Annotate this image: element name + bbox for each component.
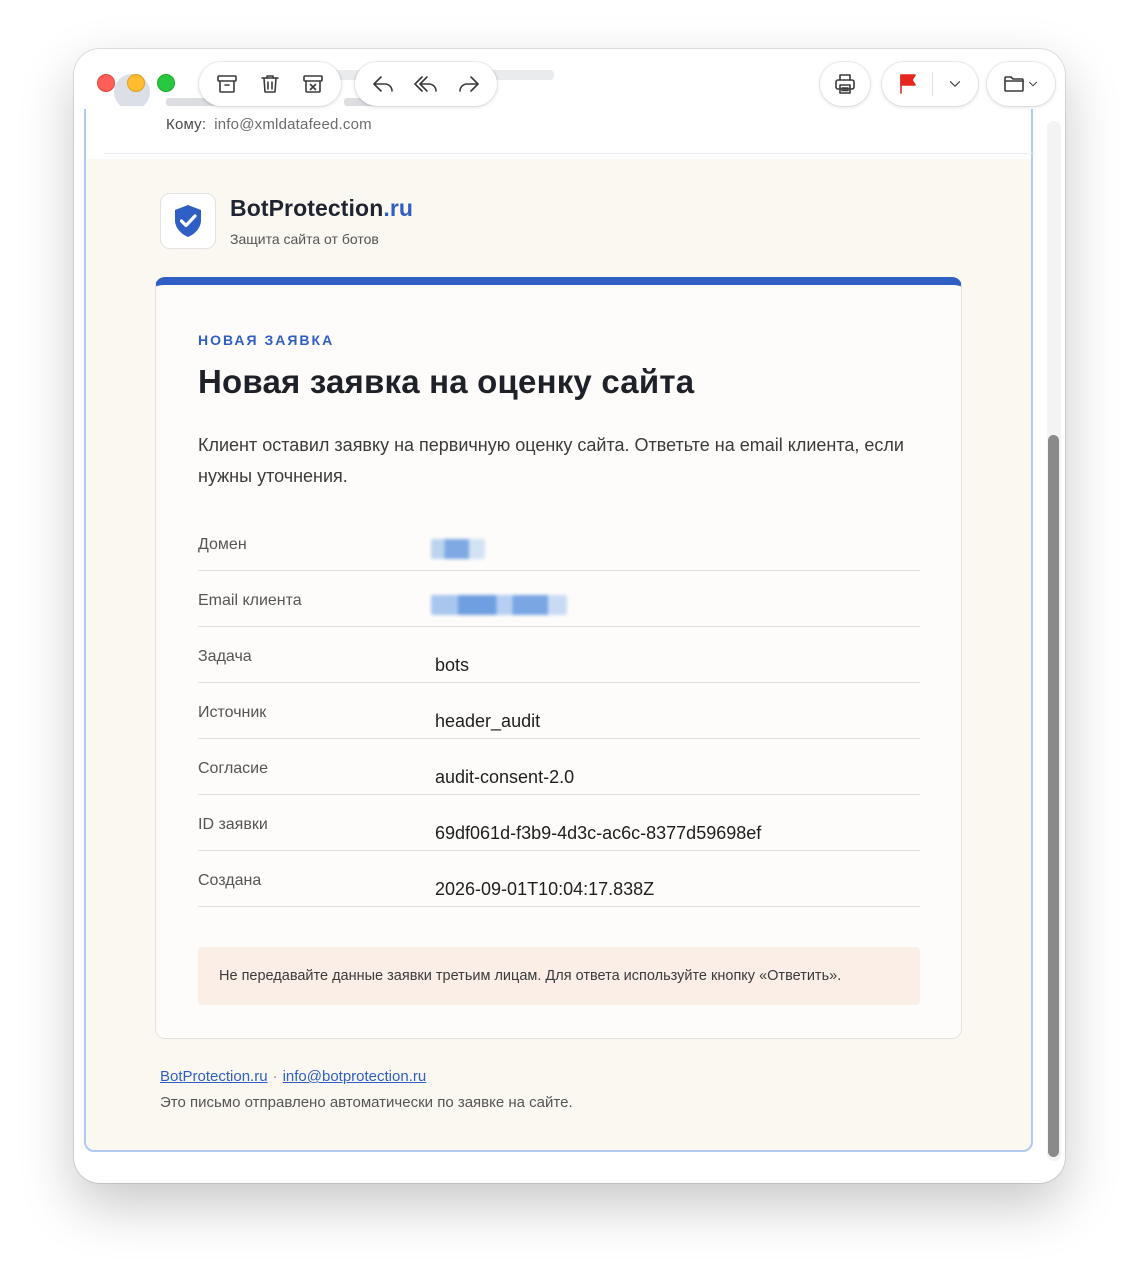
reply-icon xyxy=(372,76,393,92)
mail-window: Кому: info@xmldatafeed.com BotProtection.… xyxy=(74,49,1065,1183)
footer-separator: · xyxy=(272,1068,278,1085)
request-details-table: Домен Email клиента Задача bots Источник… xyxy=(198,515,920,907)
chevron-down-icon xyxy=(949,81,960,87)
row-label: Источник xyxy=(198,704,267,721)
flag-menu-button[interactable] xyxy=(938,66,972,102)
toolbar-group-move xyxy=(987,62,1055,106)
junk-icon xyxy=(303,75,324,93)
redacted-email-value xyxy=(431,595,567,615)
reply-all-button[interactable] xyxy=(406,66,446,102)
folder-icon xyxy=(1004,76,1024,92)
forward-icon xyxy=(459,76,480,92)
flag-icon xyxy=(900,74,916,94)
chevron-down-icon xyxy=(1029,81,1037,87)
row-label: ID заявки xyxy=(198,816,268,833)
toolbar-group-print xyxy=(820,62,870,106)
brand-tagline: Защита сайта от ботов xyxy=(230,231,379,247)
toolbar-group-flag xyxy=(882,62,978,106)
card-intro: Клиент оставил заявку на первичную оценк… xyxy=(198,435,904,486)
footer-note: Это письмо отправлено автоматически по з… xyxy=(160,1094,573,1111)
card-title: Новая заявка на оценку сайта xyxy=(198,363,695,400)
footer-site-link[interactable]: BotProtection.ru xyxy=(160,1068,268,1085)
brand-header: BotProtection.ru Защита сайта от ботов xyxy=(160,193,413,249)
table-row: Источник header_audit xyxy=(198,683,920,739)
header-divider xyxy=(104,153,1035,154)
row-label: Email клиента xyxy=(198,592,302,609)
row-value: 2026-09-01T10:04:17.838Z xyxy=(435,879,655,899)
table-row: Создана 2026-09-01T10:04:17.838Z xyxy=(198,851,920,907)
footer-email-link[interactable]: info@botprotection.ru xyxy=(283,1068,427,1085)
reply-button[interactable] xyxy=(363,66,403,102)
minimize-window-button[interactable] xyxy=(127,74,145,92)
row-label: Задача xyxy=(198,648,252,665)
row-label: Согласие xyxy=(198,760,269,777)
redacted-domain-value xyxy=(431,539,485,559)
move-to-folder-button[interactable] xyxy=(993,66,1049,102)
privacy-notice: Не передавайте данные заявки третьим лиц… xyxy=(198,947,920,1005)
close-window-button[interactable] xyxy=(97,74,115,92)
row-value: audit-consent-2.0 xyxy=(435,767,575,787)
table-row: Согласие audit-consent-2.0 xyxy=(198,739,920,795)
table-row: ID заявки 69df061d-f3b9-4d3c-ac6c-8377d5… xyxy=(198,795,920,851)
toolbar-group-organize xyxy=(199,62,341,106)
card-kicker: НОВАЯ ЗАЯВКА xyxy=(198,332,335,348)
print-button[interactable] xyxy=(825,66,865,102)
trash-icon xyxy=(261,75,279,93)
table-row: Домен xyxy=(198,515,920,571)
archive-button[interactable] xyxy=(207,66,247,102)
to-label: Кому: xyxy=(166,116,207,133)
scrollbar-thumb[interactable] xyxy=(1048,435,1059,1157)
email-footer: BotProtection.ru · info@botprotection.ru Э… xyxy=(160,1068,573,1111)
recipient-row: Кому: info@xmldatafeed.com xyxy=(166,116,372,133)
row-value: header_audit xyxy=(435,711,541,731)
junk-button[interactable] xyxy=(293,66,333,102)
forward-button[interactable] xyxy=(449,66,489,102)
flag-button[interactable] xyxy=(888,66,928,102)
table-row: Задача bots xyxy=(198,627,920,683)
request-card: НОВАЯ ЗАЯВКА Новая заявка на оценку сайт… xyxy=(155,277,962,1039)
row-label: Создана xyxy=(198,872,262,889)
table-row: Email клиента xyxy=(198,571,920,627)
row-label: Домен xyxy=(198,536,247,553)
row-value: bots xyxy=(435,655,470,675)
shield-check-icon xyxy=(175,205,201,237)
print-icon xyxy=(835,74,855,94)
zoom-window-button[interactable] xyxy=(157,74,175,92)
to-address[interactable]: info@xmldatafeed.com xyxy=(214,116,372,133)
row-value: 69df061d-f3b9-4d3c-ac6c-8377d59698ef xyxy=(435,823,762,843)
delete-button[interactable] xyxy=(250,66,290,102)
toolbar-group-reply xyxy=(355,62,497,106)
brand-logo xyxy=(160,193,216,249)
reply-all-icon xyxy=(414,76,437,92)
archive-icon xyxy=(216,75,237,93)
brand-name: BotProtection.ru xyxy=(230,195,414,221)
